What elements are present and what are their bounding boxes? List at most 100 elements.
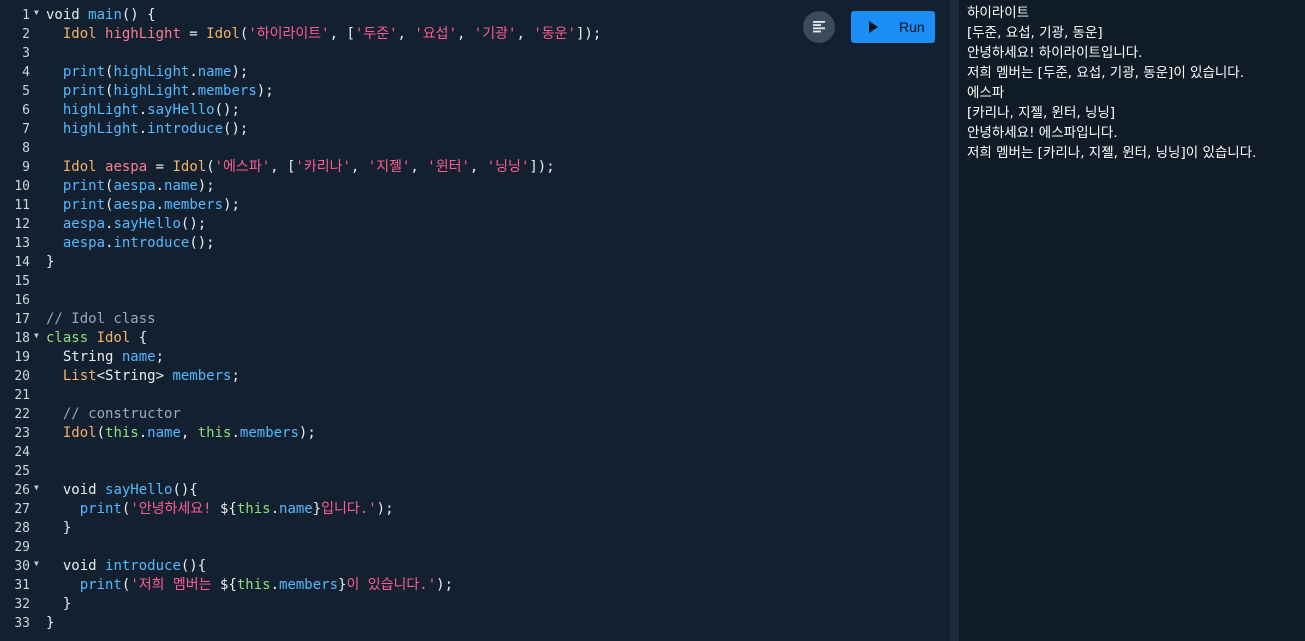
fold-arrow-icon[interactable]: ▼ (34, 481, 39, 495)
fold-arrow-icon[interactable]: ▼ (34, 329, 39, 343)
code-token: . (138, 425, 148, 441)
line-number: 31 (0, 576, 40, 595)
code-token: '카리나' (295, 159, 351, 175)
code-token: ; (231, 368, 240, 384)
line-number-text: 24 (14, 445, 30, 460)
code-line[interactable]: List<String> members; (46, 367, 240, 386)
code-line[interactable]: print(highLight.name); (46, 63, 248, 82)
code-token: ); (436, 577, 454, 593)
code-token: ]); (529, 159, 555, 175)
code-token: aespa (105, 159, 148, 175)
line-number-text: 2 (22, 27, 30, 42)
code-line[interactable]: Idol(this.name, this.members); (46, 424, 316, 443)
code-token: introduce (113, 235, 190, 251)
code-token: { (130, 330, 148, 346)
line-number: 11 (0, 196, 40, 215)
code-token: main (88, 7, 122, 23)
line-number-text: 5 (22, 84, 30, 99)
code-token: sayHello (113, 216, 181, 232)
code-line[interactable]: void sayHello(){ (46, 481, 198, 500)
code-token: ); (197, 178, 215, 194)
code-token: name (279, 501, 313, 517)
console-output: 하이라이트 [두준, 요섭, 기광, 동운] 안녕하세요! 하이라이트입니다. 저희 … (959, 0, 1305, 641)
code-token: print (79, 501, 122, 517)
line-number: 7 (0, 120, 40, 139)
line-number-text: 31 (14, 578, 30, 593)
code-token: ); (223, 197, 240, 213)
code-token: . (155, 197, 165, 213)
code-token: sayHello (105, 482, 173, 498)
code-line[interactable]: print(highLight.members); (46, 82, 274, 101)
code-line[interactable]: Idol aespa = Idol('에스파', ['카리나', '지젤', '… (46, 158, 555, 177)
code-token: List (62, 368, 97, 384)
code-line[interactable]: } (46, 595, 71, 614)
line-number: 9 (0, 158, 40, 177)
line-number-text: 16 (14, 293, 30, 308)
line-number-text: 6 (22, 103, 30, 118)
line-number: 33 (0, 614, 40, 633)
code-token: . (231, 425, 240, 441)
code-token: '닝닝' (486, 159, 530, 175)
code-token: (); (214, 102, 240, 118)
code-line[interactable]: } (46, 253, 54, 272)
code-line[interactable]: } (46, 519, 71, 538)
code-line[interactable]: highLight.introduce(); (46, 120, 248, 139)
line-number-text: 22 (14, 407, 30, 422)
code-line[interactable]: // constructor (46, 405, 181, 424)
code-line[interactable]: void main() { (46, 6, 156, 25)
code-editor[interactable]: 1 ▼ 2 3 4 5 6 7 8 9 10 11 12 13 14 15 16 17 18 ▼ 19 20 21 22 23 2… (0, 0, 950, 641)
code-line[interactable]: highLight.sayHello(); (46, 101, 240, 120)
line-number-text: 27 (14, 502, 30, 517)
code-token: this (105, 425, 139, 441)
line-number: 10 (0, 177, 40, 196)
code-token: // Idol class (46, 311, 156, 327)
code-line[interactable]: String name; (46, 348, 164, 367)
console-line: 저희 멤버는 [카리나, 지젤, 윈터, 닝닝]이 있습니다. (967, 145, 1257, 161)
code-token: print (62, 197, 106, 213)
code-token: ); (298, 425, 316, 441)
code-token: '지젤' (367, 159, 411, 175)
code-token: (){ (180, 558, 207, 574)
line-number: 25 (0, 462, 40, 481)
code-token: , (469, 159, 487, 175)
code-line[interactable]: print(aespa.members); (46, 196, 240, 215)
code-line[interactable]: class Idol { (46, 329, 147, 348)
console-line: 에스파 (967, 85, 1005, 101)
code-token: , (410, 159, 428, 175)
code-line[interactable]: print('안녕하세요! ${this.name}입니다.'); (46, 500, 394, 519)
console-line: 저희 멤버는 [두준, 요섭, 기광, 동운]이 있습니다. (967, 65, 1245, 81)
code-token: , [ (329, 26, 355, 42)
console-line: [두준, 요섭, 기광, 동운] (967, 25, 1103, 41)
code-line[interactable]: aespa.introduce(); (46, 234, 215, 253)
line-number: 16 (0, 291, 40, 310)
panel-divider[interactable] (950, 0, 959, 641)
code-token: } (46, 596, 72, 612)
console-line: 안녕하세요! 하이라이트입니다. (967, 45, 1143, 61)
code-token: () { (121, 7, 156, 23)
code-token: String (62, 349, 122, 365)
format-button[interactable] (803, 11, 835, 43)
code-token: , (350, 159, 368, 175)
code-line[interactable]: aespa.sayHello(); (46, 215, 206, 234)
code-line[interactable]: void introduce(){ (46, 557, 206, 576)
code-token: ); (376, 501, 394, 517)
code-token: '동운' (533, 26, 576, 42)
code-token: name (164, 178, 198, 194)
code-line[interactable]: } (46, 614, 54, 633)
line-number: 12 (0, 215, 40, 234)
code-token: ( (96, 425, 106, 441)
fold-arrow-icon[interactable]: ▼ (34, 557, 39, 571)
code-line[interactable]: print('저희 멤버는 ${this.members}이 있습니다.'); (46, 576, 453, 595)
fold-arrow-icon[interactable]: ▼ (34, 6, 39, 20)
code-line[interactable]: // Idol class (46, 310, 156, 329)
code-line[interactable]: print(aespa.name); (46, 177, 215, 196)
run-button[interactable]: Run (851, 11, 935, 43)
code-line[interactable]: Idol highLight = Idol('하이라이트', ['두준', '요… (46, 25, 601, 44)
code-token: '기광' (473, 26, 517, 42)
line-number-text: 10 (14, 179, 30, 194)
